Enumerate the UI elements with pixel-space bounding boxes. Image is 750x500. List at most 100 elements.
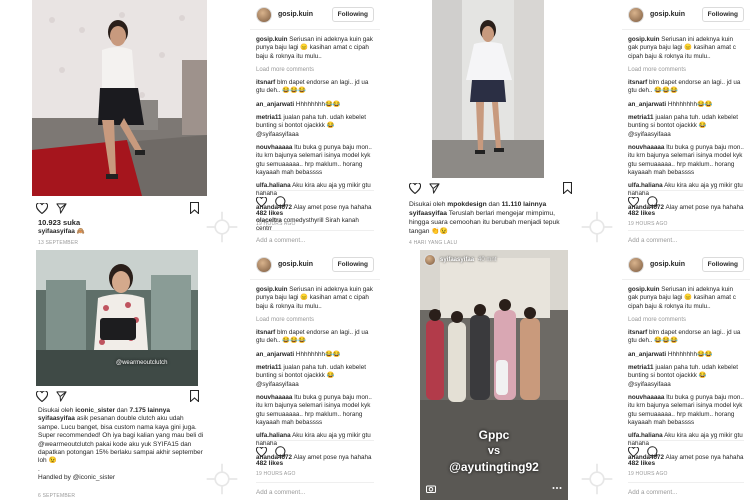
panel-action-icons bbox=[628, 196, 658, 207]
post-1-caption: syifaasyifaa 🙈 bbox=[38, 228, 206, 236]
post-1-like-count: 10.923 suka bbox=[38, 218, 81, 227]
panel-divider bbox=[256, 440, 374, 441]
comment-item: nouvhaaaaa Itu buka g punya baju mon.. i… bbox=[628, 143, 744, 176]
comment-icon[interactable] bbox=[275, 196, 286, 207]
bookmark-icon[interactable] bbox=[190, 202, 199, 214]
more-icon[interactable] bbox=[552, 486, 562, 490]
heart-icon[interactable] bbox=[628, 446, 639, 457]
comment-item: metria11 jualan paha tuh. udah kebelet b… bbox=[256, 364, 366, 388]
panel-header: gosip.kuin Following bbox=[622, 0, 750, 30]
comment-list: gosip.kuin Seriusan ini adeknya kuin gak… bbox=[256, 36, 374, 239]
panel-time: 19 HOURS AGO bbox=[256, 221, 296, 227]
panel-username[interactable]: gosip.kuin bbox=[278, 11, 332, 18]
panel-username[interactable]: gosip.kuin bbox=[650, 11, 702, 18]
heart-icon[interactable] bbox=[36, 391, 48, 402]
comment-item: metria11 jualan paha tuh. udah kebelet b… bbox=[628, 364, 738, 388]
share-icon[interactable] bbox=[56, 203, 67, 214]
post-2-date: 6 SEPTEMBER bbox=[38, 493, 76, 499]
post-2: @wearmeoutclutch Disukai oleh iconic_sis… bbox=[32, 250, 210, 500]
comment-item: metria11 jualan paha tuh. udah kebelet b… bbox=[256, 114, 366, 138]
panel-time: 19 HOURS AGO bbox=[628, 471, 668, 477]
comment-item: itsnarf blm dapet endorse an lagi.. jd u… bbox=[628, 79, 741, 95]
panel-username[interactable]: gosip.kuin bbox=[650, 261, 702, 268]
add-comment-input[interactable]: Add a comment... bbox=[628, 237, 677, 244]
panel-divider bbox=[628, 482, 744, 483]
comment-icon[interactable] bbox=[647, 446, 658, 457]
watermark-icon bbox=[206, 211, 238, 243]
post-2-photo: @wearmeoutclutch bbox=[36, 250, 198, 386]
panel-action-icons bbox=[628, 446, 658, 457]
heart-icon[interactable] bbox=[409, 183, 421, 194]
caption-username[interactable]: syifaasyifaa bbox=[38, 228, 75, 235]
panel-divider bbox=[256, 482, 374, 483]
panel-action-icons bbox=[256, 196, 286, 207]
panel-divider bbox=[628, 190, 744, 191]
heart-icon[interactable] bbox=[256, 446, 267, 457]
add-comment-input[interactable]: Add a comment... bbox=[256, 237, 305, 244]
post-1-date: 13 SEPTEMBER bbox=[38, 240, 79, 246]
avatar[interactable] bbox=[424, 254, 436, 266]
comment-item: an_anjarwati Hhhhhhhh😂😂 bbox=[628, 350, 713, 358]
post-3-photo bbox=[432, 0, 544, 178]
post-1-action-icons bbox=[36, 203, 67, 214]
comment-item: nouvhaaaaa Itu buka g punya baju mon.. i… bbox=[628, 393, 744, 426]
story-header: syifaasyifaa 40 mnt bbox=[424, 254, 496, 266]
heart-icon[interactable] bbox=[256, 196, 267, 207]
comment-item: gosip.kuin Seriusan ini adeknya kuin gak… bbox=[256, 36, 373, 60]
load-more-comments[interactable]: Load more comments bbox=[256, 66, 374, 74]
story-time: 40 mnt bbox=[478, 257, 497, 263]
avatar[interactable] bbox=[628, 256, 644, 273]
caption-text: 🙈 bbox=[76, 228, 85, 235]
camera-icon[interactable] bbox=[426, 484, 436, 493]
panel-like-count: 482 likes bbox=[256, 210, 284, 217]
bookmark-icon[interactable] bbox=[563, 182, 572, 194]
avatar[interactable] bbox=[628, 6, 644, 23]
post-2-caption: Disukai oleh iconic_sister dan 7.175 lai… bbox=[38, 407, 204, 482]
heart-icon[interactable] bbox=[628, 196, 639, 207]
following-button[interactable]: Following bbox=[331, 7, 374, 22]
post-3-caption: Disukai oleh mpokdesign dan 11.110 lainn… bbox=[409, 201, 560, 235]
watermark-icon bbox=[581, 463, 613, 495]
load-more-comments[interactable]: Load more comments bbox=[628, 66, 744, 74]
panel-divider bbox=[628, 440, 744, 441]
comment-item: an_anjarwati Hhhhhhhh😂😂 bbox=[256, 350, 341, 358]
comment-item: itsnarf blm dapet endorse an lagi.. jd u… bbox=[628, 329, 741, 345]
add-comment-input[interactable]: Add a comment... bbox=[628, 489, 677, 496]
load-more-comments[interactable]: Load more comments bbox=[256, 316, 374, 324]
post-3: Disukai oleh mpokdesign dan 11.110 lainn… bbox=[400, 0, 578, 250]
bookmark-icon[interactable] bbox=[190, 390, 199, 402]
photo-tag[interactable]: @wearmeoutclutch bbox=[116, 360, 167, 366]
post-1-photo bbox=[32, 0, 207, 196]
post-3-date: 4 HARI YANG LALU bbox=[409, 240, 458, 246]
share-icon[interactable] bbox=[56, 391, 67, 402]
comment-item: itsnarf blm dapet endorse an lagi.. jd u… bbox=[256, 329, 369, 345]
comment-panel-4: gosip.kuin Following gosip.kuin Seriusan… bbox=[622, 250, 750, 500]
story-text-line-1: Gppc bbox=[478, 428, 510, 442]
load-more-comments[interactable]: Load more comments bbox=[628, 316, 744, 324]
comment-panel-2: gosip.kuin Following gosip.kuin Seriusan… bbox=[622, 0, 750, 250]
comment-icon[interactable] bbox=[647, 196, 658, 207]
following-button[interactable]: Following bbox=[701, 257, 744, 272]
comment-item: metria11 jualan paha tuh. udah kebelet b… bbox=[628, 114, 738, 138]
avatar[interactable] bbox=[256, 256, 272, 273]
avatar[interactable] bbox=[256, 6, 272, 23]
share-icon[interactable] bbox=[429, 183, 440, 194]
comment-icon[interactable] bbox=[275, 446, 286, 457]
add-comment-input[interactable]: Add a comment... bbox=[256, 489, 305, 496]
following-button[interactable]: Following bbox=[331, 257, 374, 272]
story-username[interactable]: syifaasyifaa bbox=[440, 257, 474, 263]
following-button[interactable]: Following bbox=[701, 7, 744, 22]
comment-item: an_anjarwati Hhhhhhhh😂😂 bbox=[256, 100, 341, 108]
comment-item: gosip.kuin Seriusan ini adeknya kuin gak… bbox=[256, 286, 373, 310]
panel-header: gosip.kuin Following bbox=[250, 0, 380, 30]
post-3-action-icons bbox=[409, 183, 440, 194]
story-text-line-2: vs bbox=[487, 445, 501, 457]
panel-time: 19 HOURS AGO bbox=[628, 221, 668, 227]
panel-username[interactable]: gosip.kuin bbox=[278, 261, 332, 268]
comment-item: nouvhaaaaa Itu buka g punya baju mon.. i… bbox=[256, 143, 372, 176]
panel-header: gosip.kuin Following bbox=[250, 250, 380, 280]
heart-icon[interactable] bbox=[36, 203, 48, 214]
panel-time: 19 HOURS AGO bbox=[256, 471, 296, 477]
story-text-line-3: @ayutingting92 bbox=[449, 460, 539, 474]
comment-panel-3: gosip.kuin Following gosip.kuin Seriusan… bbox=[250, 250, 380, 500]
